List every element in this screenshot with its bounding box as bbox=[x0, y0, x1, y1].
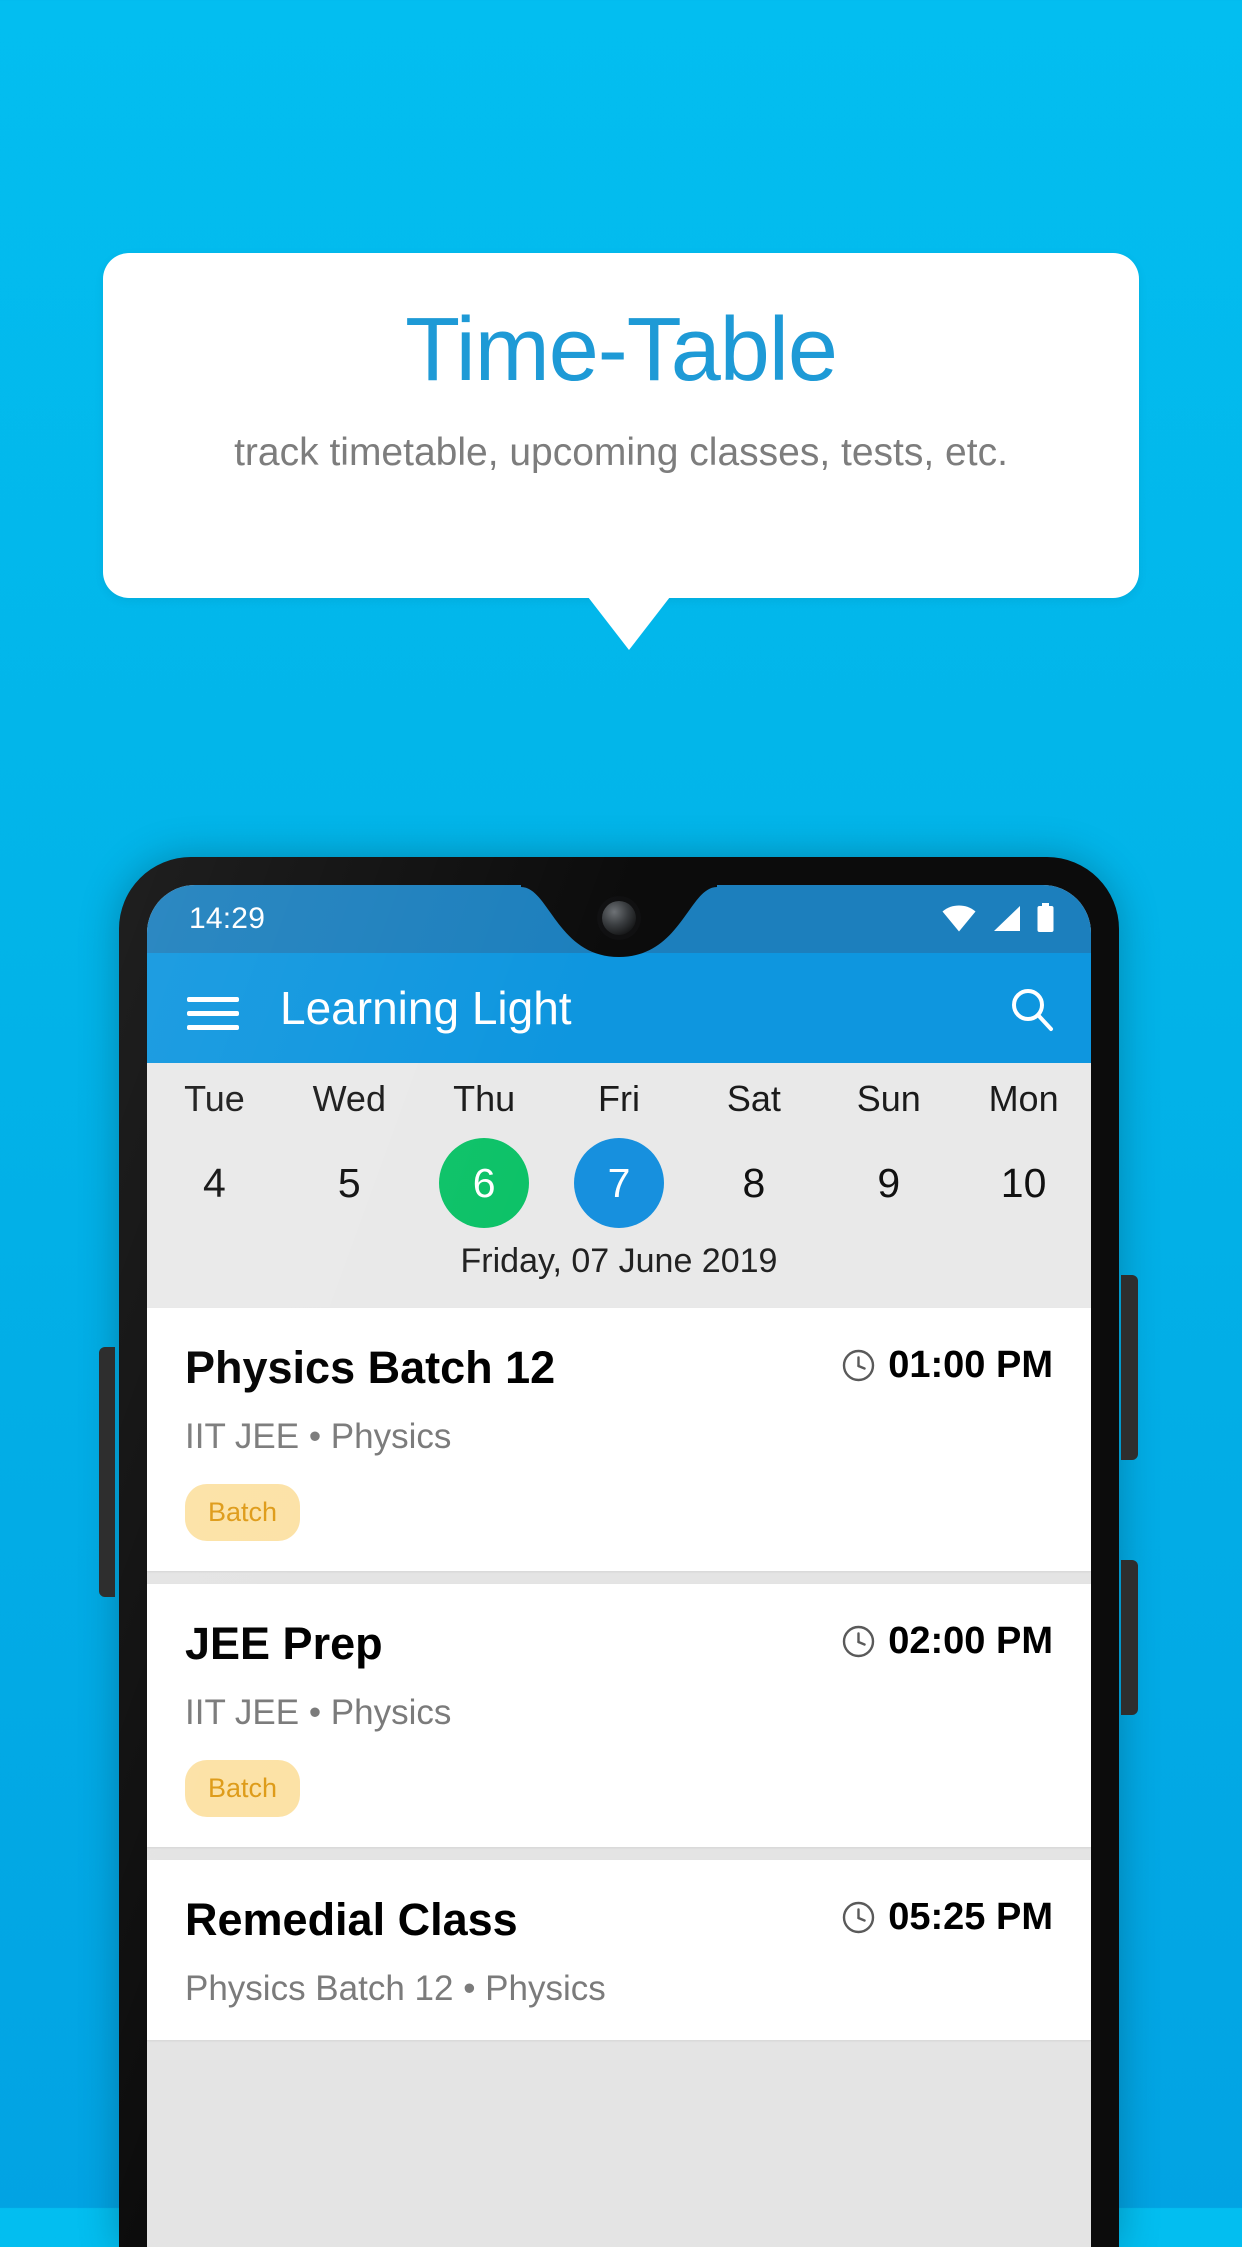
list-item-time: 02:00 PM bbox=[842, 1618, 1053, 1660]
schedule-list[interactable]: Physics Batch 12 01:00 PM IIT JEE • Phys… bbox=[147, 1308, 1091, 2247]
date-number: 5 bbox=[337, 1159, 361, 1206]
weekday-label: Tue bbox=[184, 1078, 245, 1119]
weekday-cell[interactable]: Thu bbox=[417, 1077, 552, 1121]
weekday-label: Sun bbox=[856, 1078, 921, 1119]
weekday-cell[interactable]: Sun bbox=[821, 1077, 956, 1121]
status-bar-clock: 14:29 bbox=[189, 902, 266, 935]
list-item-title: Remedial Class bbox=[185, 1894, 518, 1945]
date-cell-8[interactable]: 8 bbox=[686, 1135, 821, 1231]
list-item-time-text: 02:00 PM bbox=[888, 1620, 1053, 1662]
weekday-row: Tue Wed Thu Fri Sat Sun Mon bbox=[147, 1077, 1091, 1121]
battery-icon bbox=[1037, 903, 1054, 932]
page-subtitle: track timetable, upcoming classes, tests… bbox=[234, 431, 1008, 474]
list-item-header: Physics Batch 12 01:00 PM bbox=[185, 1342, 1053, 1394]
date-cell-10[interactable]: 10 bbox=[956, 1135, 1091, 1231]
phone-screen: 14:29 Learning Light Tue Wed Thu Fri Sat… bbox=[147, 885, 1091, 2247]
list-item-time-text: 01:00 PM bbox=[888, 1344, 1053, 1386]
phone-volume-button[interactable] bbox=[1121, 1275, 1138, 1460]
search-icon[interactable] bbox=[1009, 986, 1055, 1032]
hamburger-menu-icon[interactable] bbox=[187, 997, 239, 1031]
list-item-time: 05:25 PM bbox=[842, 1894, 1053, 1936]
list-item[interactable]: Physics Batch 12 01:00 PM IIT JEE • Phys… bbox=[147, 1308, 1091, 1571]
date-number: 10 bbox=[1000, 1159, 1047, 1206]
date-cell-4[interactable]: 4 bbox=[147, 1135, 282, 1231]
list-item-header: Remedial Class 05:25 PM bbox=[185, 1894, 1053, 1946]
weekday-label: Sat bbox=[726, 1078, 781, 1119]
status-badge: Batch bbox=[185, 1760, 301, 1817]
selected-full-date: Friday, 07 June 2019 bbox=[460, 1242, 778, 1280]
weekday-label: Wed bbox=[312, 1078, 386, 1119]
list-item-title: Physics Batch 12 bbox=[185, 1342, 556, 1393]
list-item-subtitle: IIT JEE • Physics bbox=[185, 1417, 452, 1456]
list-item-title: JEE Prep bbox=[185, 1618, 383, 1669]
cellular-signal-icon bbox=[994, 905, 1020, 931]
list-item-time-text: 05:25 PM bbox=[888, 1896, 1053, 1938]
date-cell-5[interactable]: 5 bbox=[282, 1135, 417, 1231]
date-number-selected: 7 bbox=[574, 1138, 664, 1228]
date-row: 4 5 6 7 8 9 10 bbox=[147, 1135, 1091, 1231]
list-item-subtitle: Physics Batch 12 • Physics bbox=[185, 1969, 606, 2008]
weekday-cell[interactable]: Fri bbox=[552, 1077, 687, 1121]
weekday-cell[interactable]: Sat bbox=[686, 1077, 821, 1121]
list-item-subtitle: IIT JEE • Physics bbox=[185, 1693, 452, 1732]
phone-mockup: 14:29 Learning Light Tue Wed Thu Fri Sat… bbox=[119, 857, 1119, 2247]
phone-power-button[interactable] bbox=[1121, 1560, 1138, 1715]
clock-icon bbox=[843, 1901, 875, 1933]
date-number: 9 bbox=[877, 1159, 901, 1206]
weekday-cell[interactable]: Mon bbox=[956, 1077, 1091, 1121]
date-number: 8 bbox=[742, 1159, 766, 1206]
app-bar: Learning Light bbox=[147, 953, 1091, 1063]
weekday-label: Mon bbox=[988, 1078, 1059, 1119]
phone-side-button-left[interactable] bbox=[99, 1347, 115, 1597]
list-item[interactable]: JEE Prep 02:00 PM IIT JEE • Physics Batc… bbox=[147, 1584, 1091, 1847]
list-item-header: JEE Prep 02:00 PM bbox=[185, 1618, 1053, 1670]
wifi-icon bbox=[942, 905, 976, 931]
weekday-label: Fri bbox=[598, 1078, 640, 1119]
date-strip: Tue Wed Thu Fri Sat Sun Mon 4 5 6 7 8 9 … bbox=[147, 1063, 1091, 1308]
date-cell-7-selected[interactable]: 7 bbox=[552, 1135, 687, 1231]
status-badge: Batch bbox=[185, 1484, 301, 1541]
date-cell-9[interactable]: 9 bbox=[821, 1135, 956, 1231]
list-item-time: 01:00 PM bbox=[842, 1342, 1053, 1384]
date-number-today: 6 bbox=[439, 1138, 530, 1228]
promo-card: Time-Table track timetable, upcoming cla… bbox=[103, 253, 1139, 598]
speech-bubble-tail-icon bbox=[588, 597, 670, 650]
page-title: Time-Table bbox=[405, 300, 838, 400]
clock-icon bbox=[843, 1349, 875, 1381]
weekday-label: Thu bbox=[453, 1078, 516, 1119]
date-number: 4 bbox=[203, 1159, 226, 1206]
date-cell-6-today[interactable]: 6 bbox=[417, 1135, 552, 1231]
app-title: Learning Light bbox=[280, 982, 572, 1034]
list-item[interactable]: Remedial Class 05:25 PM Physics Batch 12… bbox=[147, 1860, 1091, 2040]
weekday-cell[interactable]: Wed bbox=[282, 1077, 417, 1121]
weekday-cell[interactable]: Tue bbox=[147, 1077, 282, 1121]
status-bar-icons bbox=[942, 903, 1055, 933]
clock-icon bbox=[843, 1625, 875, 1657]
front-camera-icon bbox=[602, 901, 636, 935]
